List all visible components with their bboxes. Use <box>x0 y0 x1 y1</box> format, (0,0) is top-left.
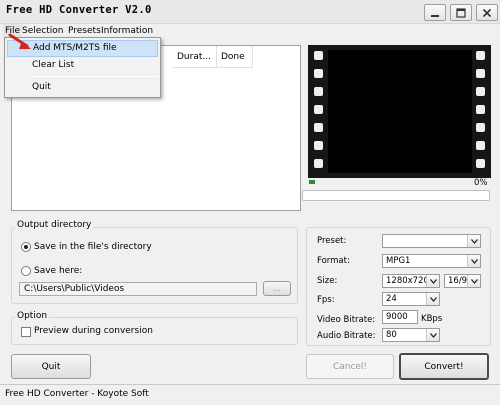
video-bitrate-unit: KBps <box>421 314 443 324</box>
aspect-select[interactable]: 16/9 <box>444 274 481 288</box>
preview-checkbox[interactable] <box>21 327 31 337</box>
output-directory-legend: Output directory <box>15 220 94 230</box>
size-label: Size: <box>317 276 338 286</box>
maximize-icon <box>456 7 466 18</box>
column-header-duration[interactable]: Durat... <box>173 46 217 68</box>
film-sprocket-hole <box>314 141 323 150</box>
size-value: 1280x720 <box>386 276 429 286</box>
film-sprocket-hole <box>476 105 485 114</box>
menu-separator <box>30 76 158 77</box>
save-in-file-dir-radio[interactable] <box>21 242 31 252</box>
minimize-icon <box>431 14 439 17</box>
status-text: Free HD Converter - Koyote Soft <box>5 389 149 399</box>
status-indicator <box>309 180 315 184</box>
menu-item-clear-list[interactable]: Clear List <box>7 57 158 74</box>
aspect-value: 16/9 <box>448 276 468 286</box>
video-bitrate-label: Video Bitrate: <box>317 315 376 325</box>
format-value: MPG1 <box>386 256 411 266</box>
save-in-file-dir-label[interactable]: Save in the file's directory <box>34 242 152 252</box>
cancel-button[interactable]: Cancel! <box>306 354 394 379</box>
fps-value: 24 <box>386 294 397 304</box>
progress-bar <box>302 190 490 201</box>
save-here-radio[interactable] <box>21 266 31 276</box>
close-button[interactable] <box>476 4 498 21</box>
format-label: Format: <box>317 256 350 266</box>
window-title: Free HD Converter V2.0 <box>6 4 152 16</box>
preview-screen <box>328 50 472 173</box>
chevron-down-icon <box>426 275 439 287</box>
chevron-down-icon <box>426 293 439 305</box>
chevron-down-icon <box>467 255 480 267</box>
title-bar: Free HD Converter V2.0 <box>0 0 500 24</box>
minimize-button[interactable] <box>424 4 446 21</box>
chevron-down-icon <box>467 235 480 247</box>
film-sprocket-hole <box>476 159 485 168</box>
film-sprocket-hole <box>314 123 323 132</box>
audio-bitrate-value: 80 <box>386 330 397 340</box>
preset-label: Preset: <box>317 236 347 246</box>
preset-select[interactable] <box>382 234 481 248</box>
film-sprocket-hole <box>314 159 323 168</box>
size-select[interactable]: 1280x720 <box>382 274 440 288</box>
column-header-done[interactable]: Done <box>217 46 253 68</box>
maximize-button[interactable] <box>450 4 472 21</box>
audio-bitrate-label: Audio Bitrate: <box>317 331 376 341</box>
output-path-field[interactable]: C:\Users\Public\Videos <box>19 282 257 296</box>
video-preview <box>308 45 491 178</box>
film-sprocket-hole <box>476 51 485 60</box>
film-sprocket-hole <box>476 69 485 78</box>
audio-bitrate-select[interactable]: 80 <box>382 328 440 342</box>
film-sprocket-hole <box>314 87 323 96</box>
browse-button[interactable]: ... <box>263 281 291 296</box>
close-icon <box>482 8 492 17</box>
film-sprocket-hole <box>314 69 323 78</box>
film-sprocket-hole <box>314 51 323 60</box>
chevron-down-icon <box>426 329 439 341</box>
progress-percent: 0% <box>474 178 488 188</box>
film-sprocket-hole <box>314 105 323 114</box>
convert-button[interactable]: Convert! <box>399 353 489 380</box>
film-sprocket-hole <box>476 141 485 150</box>
preview-label[interactable]: Preview during conversion <box>34 326 153 336</box>
quit-button[interactable]: Quit <box>11 354 91 379</box>
menu-item-quit[interactable]: Quit <box>7 79 158 96</box>
chevron-down-icon <box>467 275 480 287</box>
pointer-arrow-icon <box>8 33 31 49</box>
format-select[interactable]: MPG1 <box>382 254 481 268</box>
save-here-label[interactable]: Save here: <box>34 266 82 276</box>
fps-select[interactable]: 24 <box>382 292 440 306</box>
film-sprocket-hole <box>476 123 485 132</box>
film-sprocket-hole <box>476 87 485 96</box>
video-bitrate-field[interactable]: 9000 <box>382 310 418 324</box>
status-bar: Free HD Converter - Koyote Soft <box>0 384 500 405</box>
fps-label: Fps: <box>317 295 335 305</box>
option-legend: Option <box>15 311 50 321</box>
